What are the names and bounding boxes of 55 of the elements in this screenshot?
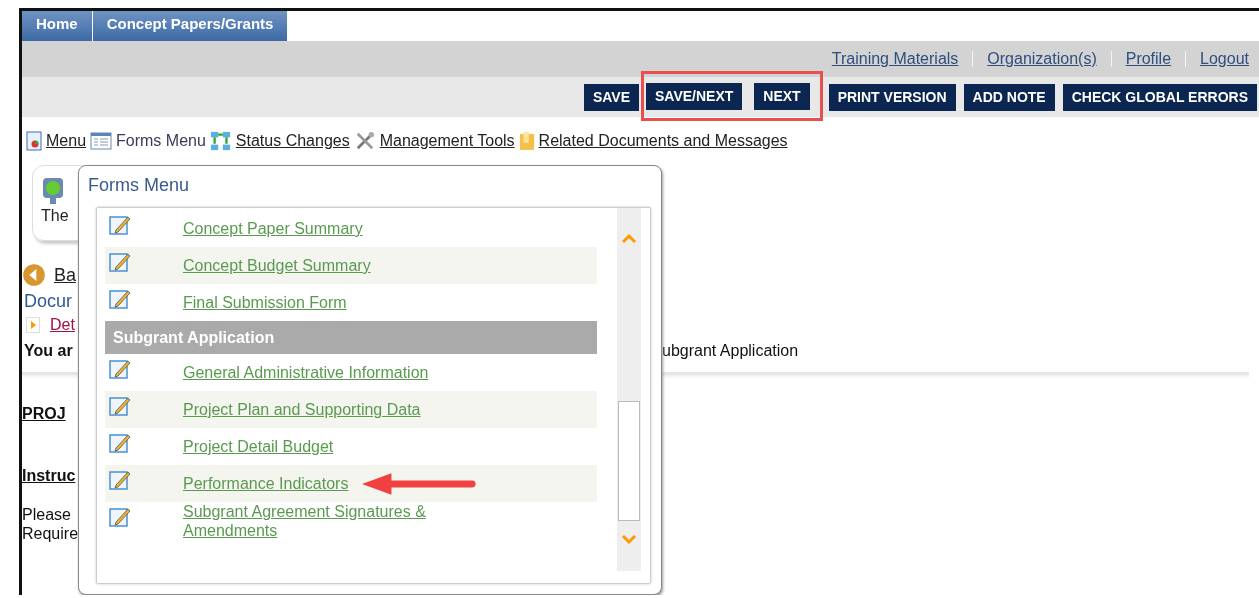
scroll-down-icon[interactable] <box>621 535 637 545</box>
scrollbar-thumb[interactable] <box>618 401 640 521</box>
form-page-link[interactable]: Subgrant Agreement Signatures & Amendments <box>183 502 483 540</box>
document-icon <box>26 131 42 151</box>
nav-tab[interactable]: Concept Papers/Grants <box>92 11 288 41</box>
action-button[interactable]: SAVE <box>583 83 639 111</box>
expand-icon <box>26 317 40 333</box>
action-button[interactable]: CHECK GLOBAL ERRORS <box>1062 83 1257 111</box>
action-button[interactable]: PRINT VERSION <box>828 83 956 111</box>
header-link[interactable]: Organization(s) <box>987 50 1097 68</box>
form-page-link[interactable]: Performance Indicators <box>183 474 349 493</box>
flowchart-icon <box>209 131 232 151</box>
edit-icon <box>109 213 131 236</box>
toolbar-link[interactable]: Status Changes <box>235 132 350 150</box>
action-button[interactable]: SAVE/NEXT <box>646 82 743 110</box>
body-text: Please <box>22 505 71 524</box>
edit-icon <box>109 394 131 417</box>
scroll-up-icon[interactable] <box>621 233 637 243</box>
action-button[interactable]: NEXT <box>754 82 810 110</box>
edit-icon <box>109 357 131 380</box>
header-link[interactable]: Logout <box>1200 50 1249 68</box>
toolbar-link[interactable]: Menu <box>46 132 87 150</box>
edit-icon <box>109 287 131 310</box>
header-link[interactable]: Profile <box>1125 50 1172 68</box>
action-button[interactable]: ADD NOTE <box>963 83 1055 111</box>
header-link[interactable]: Training Materials <box>831 50 959 68</box>
body-text: Require <box>22 524 79 543</box>
edit-icon <box>109 506 131 528</box>
context-text: ubgrant Application <box>662 342 799 360</box>
form-icon <box>90 131 113 151</box>
status-text: The <box>41 207 69 225</box>
traffic-light-icon <box>41 176 65 206</box>
back-link[interactable]: Ba <box>54 264 77 286</box>
edit-icon <box>109 468 131 491</box>
section-title: PROJ <box>22 405 66 423</box>
form-page-link[interactable]: Final Submission Form <box>183 293 347 312</box>
nav-tab[interactable]: Home <box>22 11 92 41</box>
context-text: You ar <box>24 342 73 360</box>
menu-section-header: Subgrant Application <box>105 321 597 354</box>
edit-icon <box>109 250 131 273</box>
toolbar-link[interactable]: Management Tools <box>379 132 515 150</box>
document-heading: Docur <box>24 291 72 312</box>
instructions-label: Instruc <box>22 467 76 485</box>
form-page-link[interactable]: Concept Budget Summary <box>183 256 371 275</box>
popup-title: Forms Menu <box>87 174 191 197</box>
form-page-link[interactable]: Project Detail Budget <box>183 437 334 456</box>
back-icon <box>22 263 46 287</box>
toolbar-link[interactable]: Related Documents and Messages <box>538 132 788 150</box>
scrollbar[interactable] <box>617 208 641 571</box>
toolbar-link[interactable]: Forms Menu <box>116 132 206 150</box>
details-link[interactable]: Det <box>50 316 75 334</box>
form-page-link[interactable]: Concept Paper Summary <box>183 219 363 238</box>
edit-icon <box>109 431 131 454</box>
form-page-link[interactable]: General Administrative Information <box>183 363 429 382</box>
folder-icon <box>518 131 535 151</box>
